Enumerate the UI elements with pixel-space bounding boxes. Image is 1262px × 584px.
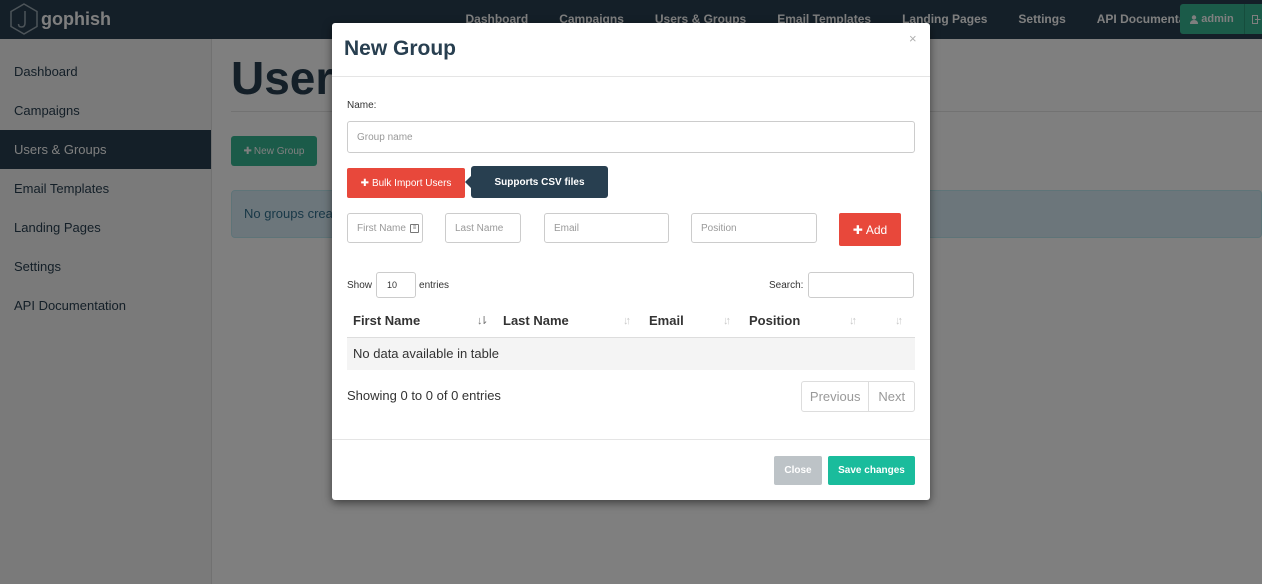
column-header-first-name[interactable]: First Name (353, 306, 420, 338)
previous-page-button[interactable]: Previous (802, 382, 870, 411)
table-info: Showing 0 to 0 of 0 entries (347, 388, 501, 403)
sort-both-icon: ↓↑ (623, 315, 631, 327)
sort-both-icon: ↓↑ (849, 315, 857, 327)
last-name-placeholder: Last Name (455, 222, 504, 234)
sort-both-icon: ↓↑ (723, 315, 731, 327)
group-name-input[interactable]: Group name (347, 121, 915, 153)
new-group-modal: New Group × Name: Group name ✚ Bulk Impo… (332, 23, 930, 500)
save-changes-button[interactable]: Save changes (828, 456, 915, 485)
search-label: Search: (769, 279, 804, 291)
last-name-input[interactable]: Last Name (445, 213, 521, 243)
position-input[interactable]: Position (691, 213, 817, 243)
first-name-input[interactable]: First Name ≡ (347, 213, 423, 243)
table-header: First Name ↓⇂ Last Name ↓↑ Email ↓↑ Posi… (347, 306, 915, 338)
next-page-button[interactable]: Next (869, 382, 914, 411)
first-name-placeholder: First Name (357, 222, 406, 234)
plus-icon: ✚ (360, 177, 369, 189)
entries-label: entries (419, 279, 450, 291)
sort-both-icon[interactable]: ↓↑ (895, 306, 903, 338)
add-user-label: Add (865, 222, 888, 237)
bulk-import-label: Bulk Import Users (371, 177, 452, 189)
table-length-control: Show 10 entries (347, 272, 449, 298)
modal-header: New Group × (332, 23, 930, 77)
csv-tooltip: Supports CSV files (471, 166, 608, 198)
bulk-import-button[interactable]: ✚ Bulk Import Users (347, 168, 465, 198)
show-label: Show (347, 279, 373, 291)
close-button[interactable]: Close (774, 456, 822, 485)
plus-icon: ✚ (852, 222, 863, 237)
position-placeholder: Position (701, 222, 737, 234)
modal-footer: Close Save changes (332, 439, 930, 500)
autofill-contact-icon[interactable]: ≡ (410, 223, 419, 233)
table-search-input[interactable] (808, 272, 915, 298)
group-name-placeholder: Group name (357, 131, 413, 143)
email-input[interactable]: Email (544, 213, 669, 243)
table-empty-row: No data available in table (347, 338, 915, 370)
column-header-email[interactable]: Email (649, 306, 684, 338)
column-header-position[interactable]: Position (749, 306, 800, 338)
modal-close-icon[interactable]: × (909, 31, 917, 46)
entries-per-page-select[interactable]: 10 (376, 272, 417, 298)
column-header-last-name[interactable]: Last Name (503, 306, 569, 338)
sort-asc-icon: ↓⇂ (477, 315, 489, 327)
table-search-control: Search: (769, 272, 915, 298)
add-user-button[interactable]: ✚ Add (839, 213, 901, 246)
modal-title: New Group (344, 37, 457, 60)
table-pagination: Previous Next (801, 381, 915, 412)
group-name-label: Name: (347, 100, 377, 111)
email-placeholder: Email (554, 222, 580, 234)
